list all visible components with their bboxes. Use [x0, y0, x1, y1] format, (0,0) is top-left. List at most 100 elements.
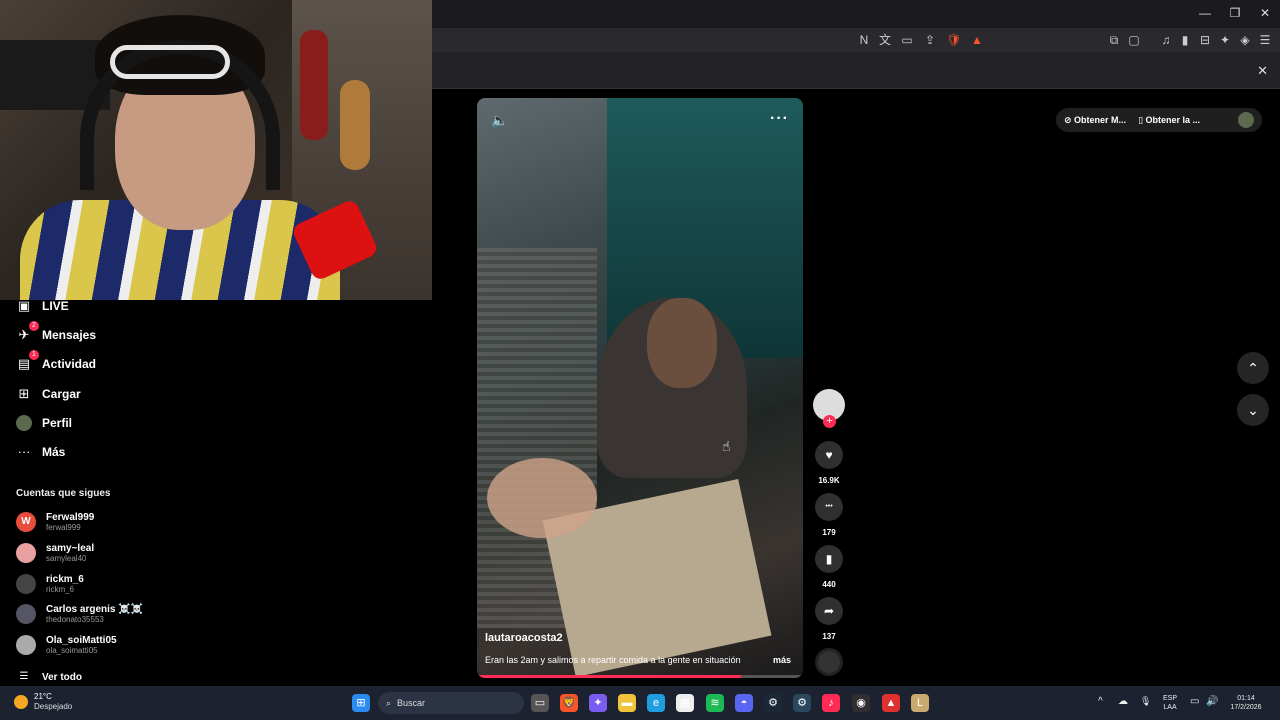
account-name: Ferwal999	[46, 512, 95, 523]
search-icon: ⌕	[386, 697, 392, 708]
webcam-guitar	[300, 30, 328, 140]
avatar: W	[16, 512, 36, 532]
following-account[interactable]: Carlos argenis ☠️☠️ thedonato35553	[16, 602, 143, 626]
brave-icon[interactable]: 🦁	[560, 694, 578, 712]
league-icon[interactable]: L	[911, 694, 929, 712]
extensions-icon[interactable]: ⧉	[1106, 32, 1122, 48]
store-icon[interactable]: ▦	[676, 694, 694, 712]
tray-chevron-icon[interactable]: ^	[1098, 697, 1103, 707]
close-window-button[interactable]: ✕	[1250, 6, 1280, 20]
account-handle: rickm_6	[46, 585, 75, 594]
sidebar-item-live[interactable]: ▣ LIVE	[16, 295, 69, 317]
next-video-button[interactable]: ⌄	[1237, 394, 1269, 426]
sidebar-item-more[interactable]: ··· Más	[16, 441, 66, 463]
tiktok-icon[interactable]: ♪	[822, 694, 840, 712]
get-app-button[interactable]: ▯ Obtener la ...	[1138, 115, 1200, 126]
following-account[interactable]: W Ferwal999 ferwal999	[16, 510, 94, 534]
discord-icon[interactable]: ◓	[735, 694, 753, 712]
screenshot-icon[interactable]: ▢	[1126, 32, 1142, 48]
leo-ai-icon[interactable]: ✦	[1217, 32, 1233, 48]
avatar	[16, 574, 36, 594]
weather-desc: Despejado	[34, 702, 73, 711]
spotify-icon[interactable]: ≋	[706, 694, 724, 712]
browser-toolbar: N 文 ▭ ⇪ 🛡 ▲ ⧉ ▢ ♫ ▮ ⊟ ✦ ◈ ☰	[432, 28, 1280, 52]
follow-button[interactable]: +	[823, 415, 836, 428]
hand-cursor-icon: ☝	[722, 438, 731, 454]
menu-icon[interactable]: ☰	[1257, 32, 1273, 48]
vpn-icon[interactable]: ◈	[1237, 32, 1253, 48]
bookmark-icon[interactable]: ▮	[815, 545, 843, 573]
reader-icon[interactable]: N	[856, 32, 872, 48]
taskbar-search[interactable]: ⌕ Buscar	[378, 692, 524, 714]
app2-icon[interactable]: ▲	[882, 694, 900, 712]
microphone-icon[interactable]: 🎙	[1140, 697, 1151, 706]
cast-icon[interactable]: ▭	[899, 32, 915, 48]
onedrive-icon[interactable]: ☁	[1118, 697, 1128, 707]
video-progress-bar[interactable]	[477, 675, 803, 678]
get-app-bar: ⊘ Obtener M... ▯ Obtener la ...	[1056, 108, 1262, 132]
description-more-link[interactable]: más	[773, 655, 791, 665]
share-icon[interactable]: ⇪	[922, 32, 938, 48]
video-author[interactable]: lautaroacosta2	[485, 632, 563, 644]
sidebar-item-label: LIVE	[42, 299, 69, 313]
video-frame-hand	[487, 458, 597, 538]
see-all-link[interactable]: ☰ Ver todo	[16, 669, 83, 685]
account-handle: samyleal40	[46, 554, 87, 563]
obs-icon[interactable]: ◉	[852, 694, 870, 712]
maximize-button[interactable]: ❐	[1220, 6, 1250, 20]
edge-icon[interactable]: e	[647, 694, 665, 712]
volume-tray-icon[interactable]: 🔊	[1206, 697, 1218, 707]
webcam-guitar	[340, 80, 370, 170]
sidebar-item-profile[interactable]: Perfil	[16, 412, 72, 434]
video-player[interactable]: 🔈 ··· lautaroacosta2 Eran las 2am y sali…	[477, 98, 803, 678]
user-avatar[interactable]	[1238, 112, 1254, 128]
sidebar-item-upload[interactable]: ⊞ Cargar	[16, 383, 81, 405]
comment-icon[interactable]: •••	[815, 493, 843, 521]
music-disc-icon[interactable]	[815, 648, 843, 676]
webcam-overlay	[0, 0, 432, 300]
sidebar-item-activity[interactable]: ▤ 1 Actividad	[16, 350, 96, 375]
sidebar-toggle-icon[interactable]: ▮	[1177, 32, 1193, 48]
avatar	[16, 635, 36, 655]
live-icon: ▣	[17, 298, 31, 313]
sidebar-item-label: Cargar	[42, 387, 81, 401]
minimize-button[interactable]: —	[1190, 6, 1220, 20]
messages-icon: ✈ 2	[16, 321, 39, 343]
following-account[interactable]: Ola_soiMatti05 ola_soimatti05	[16, 633, 117, 657]
brave-rewards-icon[interactable]: ▲	[969, 32, 985, 48]
windows-icon[interactable]: ⊞	[352, 694, 370, 712]
webcam-glasses	[110, 45, 230, 79]
more-options-icon[interactable]: ···	[770, 110, 789, 128]
weather-widget[interactable]: 21°C Despejado	[14, 692, 72, 712]
weather-icon	[14, 695, 28, 709]
steam-icon[interactable]: ⚙	[764, 694, 782, 712]
browser-titlebar: — ❐ ✕	[432, 0, 1280, 28]
media-icon[interactable]: ♫	[1158, 32, 1174, 48]
folder-icon[interactable]: ▬	[618, 694, 636, 712]
file-explorer-icon[interactable]: ▭	[531, 694, 549, 712]
translate-icon[interactable]: 文	[877, 32, 893, 48]
like-icon[interactable]: ♥	[815, 441, 843, 469]
following-section-title: Cuentas que sigues	[16, 488, 111, 499]
get-coins-button[interactable]: ⊘ Obtener M...	[1064, 115, 1126, 126]
wallet-icon[interactable]: ⊟	[1197, 32, 1213, 48]
clock[interactable]: 01:14 17/2/2026	[1224, 694, 1268, 712]
language-indicator[interactable]: ESP LAA	[1163, 694, 1177, 712]
volume-icon[interactable]: 🔈	[491, 112, 508, 129]
account-name: Ola_soiMatti05	[46, 635, 117, 646]
sidebar-item-messages[interactable]: ✈ 2 Mensajes	[16, 321, 96, 346]
avatar	[16, 604, 36, 624]
following-account[interactable]: rickm_6 rickm_6	[16, 572, 84, 596]
infobar: ✕	[432, 52, 1280, 89]
brave-shield-icon[interactable]: 🛡	[946, 32, 962, 48]
avatar	[16, 543, 36, 563]
activity-icon: ▤ 1	[16, 350, 39, 372]
network-icon[interactable]: ▭	[1190, 697, 1199, 707]
app-icon[interactable]: ✦	[589, 694, 607, 712]
following-account[interactable]: samy~leal samyleal40	[16, 541, 94, 565]
see-all-label: Ver todo	[42, 671, 83, 683]
share-icon[interactable]: ➦	[815, 597, 843, 625]
steam2-icon[interactable]: ⚙	[793, 694, 811, 712]
infobar-close-icon[interactable]: ✕	[1257, 63, 1268, 79]
previous-video-button[interactable]: ⌃	[1237, 352, 1269, 384]
